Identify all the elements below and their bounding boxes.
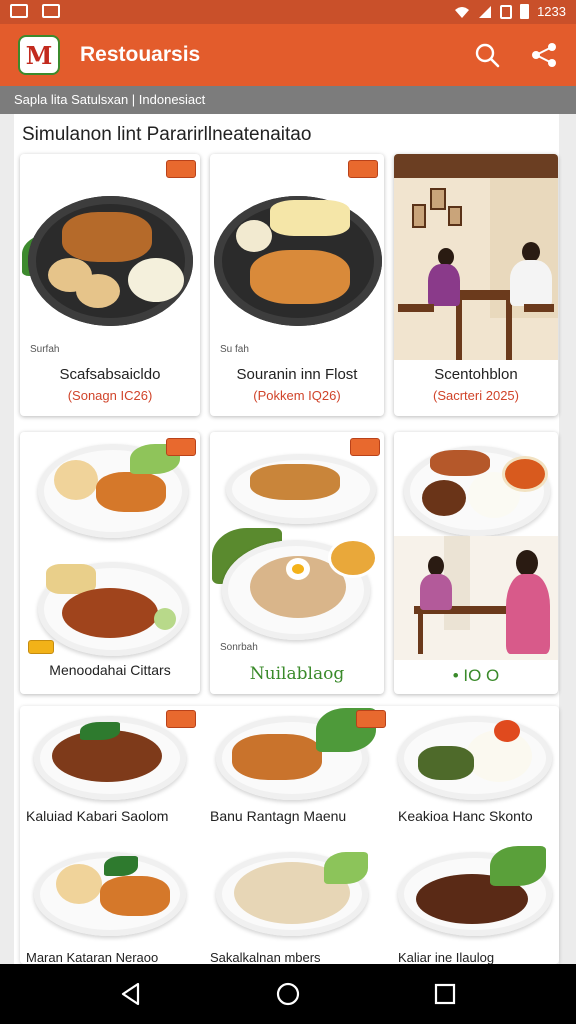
content-area: Simulanon lint Pararirllneatenaitao Surf… xyxy=(14,114,559,964)
recents-icon[interactable] xyxy=(432,981,458,1007)
herb-image xyxy=(80,722,120,740)
dish-name[interactable]: Kaluiad Kabari Saolom xyxy=(26,808,168,824)
restaurant-photo xyxy=(394,154,558,360)
navigation-bar xyxy=(0,964,576,1024)
rating-badge xyxy=(28,640,54,654)
card-title: Menoodahai Cittars xyxy=(49,662,171,678)
restaurant-card[interactable]: Sonrbah Nuilablaog xyxy=(210,432,384,694)
gmail-icon xyxy=(42,4,60,18)
card-small-label: Sonrbah xyxy=(220,642,258,653)
card-small-label: Su fah xyxy=(220,344,249,355)
back-icon[interactable] xyxy=(118,981,144,1007)
notification-icon xyxy=(500,4,513,19)
restaurant-card[interactable]: • IO O xyxy=(394,432,558,694)
sauce-bowl-image xyxy=(502,456,548,492)
restaurant-card[interactable]: Surfah Scafsabsaicldo (Sonagn IC26) xyxy=(20,154,200,416)
vegetable-image xyxy=(418,746,474,780)
app-logo[interactable]: M xyxy=(18,35,60,75)
lettuce-image xyxy=(490,846,546,886)
restaurant-card[interactable]: Scentohblon (Sacrteri 2025) xyxy=(394,154,558,416)
card-subtitle: (Pokkem IQ26) xyxy=(253,388,341,403)
restaurant-photo xyxy=(394,536,558,660)
sauce-bowl-image xyxy=(328,538,378,578)
battery-icon xyxy=(520,4,530,19)
bread-image xyxy=(56,864,102,904)
bread-image xyxy=(54,460,98,500)
promo-badge xyxy=(166,160,196,178)
salad-image xyxy=(128,258,184,302)
promo-badge xyxy=(350,438,380,456)
subheader-bar: Sapla lita Satulsxan | Indonesiact xyxy=(0,86,576,114)
card-title: Souranin inn Flost xyxy=(236,366,358,383)
card-small-label: Surfah xyxy=(30,344,60,355)
cucumber-image xyxy=(154,608,176,630)
dish-name[interactable]: Sakalkalnan mbers xyxy=(210,950,321,964)
subheader-text: Sapla lita Satulsxan | Indonesiact xyxy=(14,92,206,107)
fried-fish-image xyxy=(430,450,490,476)
card-subtitle: (Sacrteri 2025) xyxy=(433,388,519,403)
cracker-image xyxy=(76,274,120,308)
egg-image xyxy=(236,220,272,252)
card-subtitle: (Sonagn IC26) xyxy=(67,388,153,403)
promo-badge xyxy=(166,710,196,728)
dish-name[interactable]: Banu Rantagn Maenu xyxy=(210,808,346,824)
promo-badge xyxy=(356,710,386,728)
home-icon[interactable] xyxy=(275,981,301,1007)
restaurant-card[interactable]: Menoodahai Cittars xyxy=(20,432,200,694)
email-icon xyxy=(10,4,28,18)
meat-image xyxy=(62,588,158,638)
card-title: Scentohblon xyxy=(434,366,518,383)
search-icon[interactable] xyxy=(473,41,501,69)
dish-name[interactable]: Maran Kataran Neraoo xyxy=(26,950,158,964)
app-title: Restouarsis xyxy=(80,43,201,66)
dish-name[interactable]: Kaliar ine Ilaulog xyxy=(398,950,494,964)
dish-grid: Kaluiad Kabari Saolom Banu Rantagn Maenu… xyxy=(20,706,559,964)
wifi-icon xyxy=(455,6,470,18)
card-title: Scafsabsaicldo xyxy=(59,366,161,383)
dish-name[interactable]: Keakioa Hanc Skonto xyxy=(398,808,533,824)
restaurant-card[interactable]: Su fah Souranin inn Flost (Pokkem IQ26) xyxy=(210,154,384,416)
signal-icon xyxy=(479,5,492,18)
share-icon[interactable] xyxy=(530,41,558,69)
garnish-image xyxy=(494,720,520,742)
herb-image xyxy=(104,856,138,876)
fried-food-image xyxy=(96,472,166,512)
section-title: Simulanon lint Pararirllneatenaitao xyxy=(22,124,312,145)
status-time: 1233 xyxy=(537,4,566,19)
fried-food-image xyxy=(250,464,340,500)
card-rating: • IO O xyxy=(452,666,500,685)
promo-badge xyxy=(166,438,196,456)
cracker-image xyxy=(270,200,350,236)
beans-image xyxy=(422,480,466,516)
fried-food-image xyxy=(100,876,170,916)
promo-badge xyxy=(348,160,378,178)
lettuce-image xyxy=(324,852,368,884)
fried-chicken-image xyxy=(250,250,350,304)
card-title: Nuilablaog xyxy=(249,664,345,684)
fried-chicken-image xyxy=(232,734,322,780)
noodle-image xyxy=(62,212,152,262)
status-bar: 1233 xyxy=(0,0,576,24)
egg-image xyxy=(286,558,310,580)
app-bar: M Restouarsis xyxy=(0,24,576,86)
